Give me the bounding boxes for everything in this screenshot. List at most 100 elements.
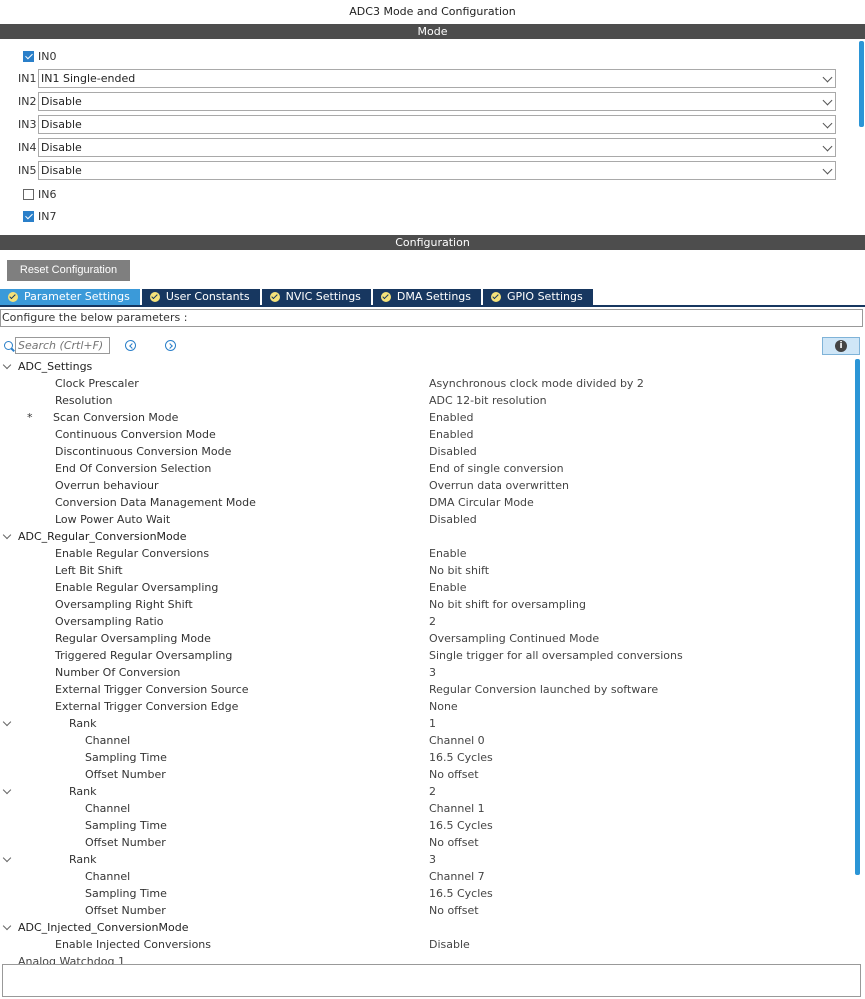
param-row[interactable]: Offset Number No offset [0,902,853,919]
param-row[interactable]: Oversampling Right Shift No bit shift for… [0,596,853,613]
param-value[interactable]: 2 [429,613,436,630]
param-value[interactable]: ADC 12-bit resolution [429,392,547,409]
rank-value[interactable]: 2 [429,783,436,800]
param-row[interactable]: Channel Channel 0 [0,732,853,749]
rank-value[interactable]: 1 [429,715,436,732]
rank-row[interactable]: Rank 3 [0,851,853,868]
param-value[interactable]: Channel 0 [429,732,485,749]
param-row[interactable]: Sampling Time 16.5 Cycles [0,749,853,766]
param-value[interactable]: Enabled [429,409,473,426]
param-row[interactable]: Offset Number No offset [0,834,853,851]
param-row[interactable]: Left Bit Shift No bit shift [0,562,853,579]
param-value[interactable]: Disable [429,936,470,953]
param-value[interactable]: Asynchronous clock mode divided by 2 [429,375,644,392]
chevron-down-icon[interactable] [2,853,12,863]
modified-marker: * [27,411,33,424]
param-row[interactable]: Overrun behaviour Overrun data overwritte… [0,477,853,494]
in6-checkbox[interactable] [23,189,34,200]
param-value[interactable]: Channel 1 [429,800,485,817]
param-row[interactable]: Enable Injected Conversions Disable [0,936,853,953]
param-value[interactable]: No bit shift [429,562,489,579]
param-value[interactable]: Channel 7 [429,868,485,885]
rank-row[interactable]: Rank 2 [0,783,853,800]
in5-label: IN5 [18,164,37,177]
tree-group-regular-conversion[interactable]: ADC_Regular_ConversionMode [0,528,853,545]
chevron-down-icon[interactable] [2,530,12,540]
parameter-hint-box: Configure the below parameters : [0,309,863,327]
tab-gpio-settings[interactable]: GPIO Settings [483,289,593,305]
param-value[interactable]: Single trigger for all oversampled conve… [429,647,683,664]
next-result-icon[interactable] [165,340,176,351]
param-row[interactable]: Continuous Conversion Mode Enabled [0,426,853,443]
tab-nvic-settings[interactable]: NVIC Settings [261,289,371,305]
param-row[interactable]: Number Of Conversion 3 [0,664,853,681]
param-row[interactable]: Triggered Regular Oversampling Single tri… [0,647,853,664]
param-value[interactable]: No offset [429,834,479,851]
in6-label: IN6 [38,188,57,201]
in4-select[interactable]: Disable [38,138,836,157]
param-row[interactable]: Low Power Auto Wait Disabled [0,511,853,528]
previous-result-icon[interactable] [125,340,136,351]
param-value[interactable]: 16.5 Cycles [429,817,493,834]
tab-parameter-settings[interactable]: Parameter Settings [0,289,140,305]
tree-group-injected-conversion[interactable]: ADC_Injected_ConversionMode [0,919,853,936]
param-value[interactable]: Enabled [429,426,473,443]
param-row[interactable]: * Scan Conversion Mode Enabled [0,409,853,426]
tree-scrollbar[interactable] [855,359,860,875]
param-row[interactable]: Regular Oversampling Mode Oversampling Co… [0,630,853,647]
param-row[interactable]: External Trigger Conversion Source Regula… [0,681,853,698]
param-row[interactable]: Enable Regular Conversions Enable [0,545,853,562]
in3-select[interactable]: Disable [38,115,836,134]
tab-user-constants[interactable]: User Constants [141,289,260,305]
param-value[interactable]: End of single conversion [429,460,564,477]
in5-select[interactable]: Disable [38,161,836,180]
param-row[interactable]: Discontinuous Conversion Mode Disabled [0,443,853,460]
param-row[interactable]: Conversion Data Management Mode DMA Circu… [0,494,853,511]
param-row[interactable]: Offset Number No offset [0,766,853,783]
param-row[interactable]: External Trigger Conversion Edge None [0,698,853,715]
in7-checkbox[interactable] [23,211,34,222]
param-value[interactable]: Overrun data overwritten [429,477,569,494]
param-row[interactable]: End Of Conversion Selection End of single… [0,460,853,477]
param-value[interactable]: 16.5 Cycles [429,885,493,902]
param-value[interactable]: No offset [429,766,479,783]
mode-scrollbar[interactable] [859,41,864,127]
param-row[interactable]: Resolution ADC 12-bit resolution [0,392,853,409]
rank-row[interactable]: Rank 1 [0,715,853,732]
description-box [2,964,861,997]
param-row[interactable]: Clock Prescaler Asynchronous clock mode d… [0,375,853,392]
param-row[interactable]: Oversampling Ratio 2 [0,613,853,630]
param-value[interactable]: DMA Circular Mode [429,494,534,511]
in2-select[interactable]: Disable [38,92,836,111]
param-value[interactable]: None [429,698,458,715]
param-value[interactable]: 16.5 Cycles [429,749,493,766]
param-value[interactable]: No bit shift for oversampling [429,596,586,613]
search-input[interactable] [15,337,110,354]
tab-dma-settings[interactable]: DMA Settings [372,289,482,305]
rank-value[interactable]: 3 [429,851,436,868]
chevron-down-icon[interactable] [2,785,12,795]
param-value[interactable]: No offset [429,902,479,919]
chevron-down-icon[interactable] [2,360,12,370]
param-value[interactable]: Disabled [429,443,477,460]
param-row[interactable]: Enable Regular Oversampling Enable [0,579,853,596]
param-row[interactable]: Channel Channel 7 [0,868,853,885]
param-value[interactable]: Disabled [429,511,477,528]
param-value[interactable]: Regular Conversion launched by software [429,681,658,698]
tree-group-adc-settings[interactable]: ADC_Settings [0,358,853,375]
info-button[interactable]: i [822,337,860,355]
in1-select[interactable]: IN1 Single-ended [38,69,836,88]
chevron-down-icon[interactable] [2,921,12,931]
param-value[interactable]: Enable [429,579,466,596]
in0-checkbox[interactable] [23,51,34,62]
param-row[interactable]: Sampling Time 16.5 Cycles [0,817,853,834]
param-name: Offset Number [85,768,166,781]
param-value[interactable]: 3 [429,664,436,681]
reset-configuration-button[interactable]: Reset Configuration [7,260,130,281]
param-row[interactable]: Channel Channel 1 [0,800,853,817]
param-name: Offset Number [85,904,166,917]
param-value[interactable]: Enable [429,545,466,562]
param-value[interactable]: Oversampling Continued Mode [429,630,599,647]
param-row[interactable]: Sampling Time 16.5 Cycles [0,885,853,902]
chevron-down-icon[interactable] [2,717,12,727]
